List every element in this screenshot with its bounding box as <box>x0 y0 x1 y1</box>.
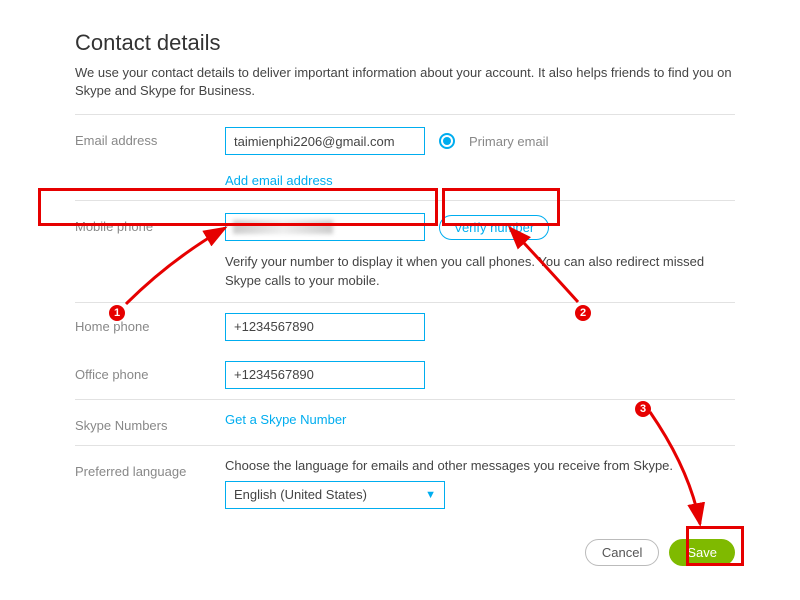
mobile-note: Verify your number to display it when yo… <box>225 253 735 289</box>
language-select[interactable]: English (United States) ▼ <box>225 481 445 509</box>
email-label: Email address <box>75 127 225 148</box>
add-email-link[interactable]: Add email address <box>225 173 333 188</box>
annotation-number-2: 2 <box>574 304 592 322</box>
language-value: English (United States) <box>234 487 367 502</box>
skype-numbers-label: Skype Numbers <box>75 412 225 433</box>
annotation-number-1: 1 <box>108 304 126 322</box>
chevron-down-icon: ▼ <box>425 489 436 501</box>
save-button[interactable]: Save <box>669 539 735 566</box>
language-label: Preferred language <box>75 458 225 479</box>
annotation-number-3: 3 <box>634 400 652 418</box>
language-desc: Choose the language for emails and other… <box>225 458 735 473</box>
cancel-button[interactable]: Cancel <box>585 539 659 566</box>
get-skype-number-link[interactable]: Get a Skype Number <box>225 412 346 427</box>
home-label: Home phone <box>75 313 225 334</box>
page-title: Contact details <box>75 30 735 56</box>
primary-email-label: Primary email <box>469 134 548 149</box>
email-input[interactable] <box>225 127 425 155</box>
office-label: Office phone <box>75 361 225 382</box>
office-phone-input[interactable] <box>225 361 425 389</box>
home-phone-input[interactable] <box>225 313 425 341</box>
mobile-label: Mobile phone <box>75 213 225 234</box>
primary-email-radio[interactable] <box>439 133 455 149</box>
verify-number-button[interactable]: Verify number <box>439 215 549 240</box>
intro-text: We use your contact details to deliver i… <box>75 64 735 100</box>
